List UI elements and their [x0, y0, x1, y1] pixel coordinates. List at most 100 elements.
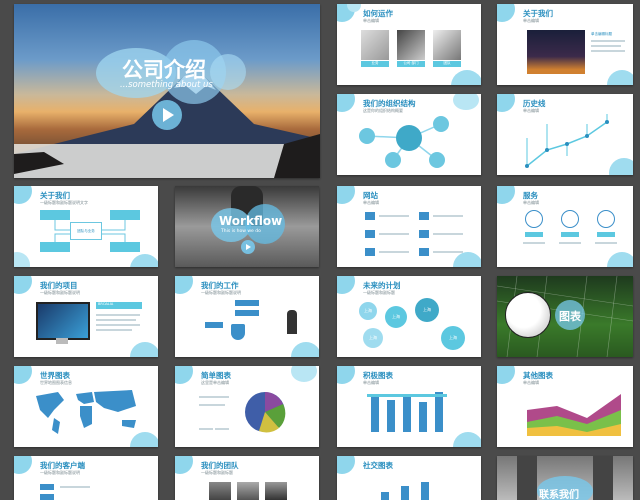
text-line: [591, 40, 625, 42]
mail-icon: [365, 212, 375, 220]
text-line: [591, 45, 621, 47]
person-photo: [287, 310, 297, 334]
slide-website[interactable]: 网站 单击编辑: [337, 186, 481, 267]
avatar: [265, 482, 287, 500]
text-line: [96, 319, 136, 321]
text-line: [433, 233, 463, 235]
slide-org-structure[interactable]: 我们的组织结构 这是你的组织结构概要: [337, 94, 481, 175]
slide-our-team[interactable]: 我们的团队 一级标题和副标题: [175, 456, 319, 500]
slide-cover[interactable]: 公司介绍 ...something about us: [14, 4, 320, 178]
music-icon: [365, 248, 375, 256]
text-line: [433, 251, 463, 253]
monitor-image: [36, 302, 90, 340]
slide-subtitle: 单击编辑: [363, 380, 379, 385]
label-box: 业务: [361, 61, 389, 67]
bar: [435, 392, 443, 432]
text-line: [60, 486, 90, 488]
slide-about-us-2[interactable]: 关于我们 一级标题和副标题说明文字 团队与业务: [14, 186, 158, 267]
slide-our-work[interactable]: 我们的工作 一级标题和副标题说明: [175, 276, 319, 357]
deco-bubble: [453, 252, 481, 267]
slide-simple-chart[interactable]: 简单图表 这里是单击编辑: [175, 366, 319, 447]
slide-services[interactable]: 服务 单击编辑: [497, 186, 633, 267]
deco-bubble: [347, 4, 361, 12]
text-line: [433, 215, 463, 217]
slide-our-projects[interactable]: 我们的项目 一级标题和副标题说明 BROALIA: [14, 276, 158, 357]
photo: [433, 30, 461, 60]
slide-how-it-works[interactable]: 如何运作 单击编辑 业务 公司·部门 团队: [337, 4, 481, 85]
area-chart: [527, 394, 621, 436]
video-icon: [419, 248, 429, 256]
tree-photo: [517, 456, 537, 500]
label-box: [525, 232, 543, 237]
deco-bubble: [130, 342, 158, 357]
world-map: [36, 390, 136, 434]
text-line: [96, 329, 132, 331]
image-icon: [365, 230, 375, 238]
slide-charts-cover[interactable]: 图表: [497, 276, 633, 357]
slide-subtitle: 单击编辑: [523, 18, 539, 23]
text-line: [379, 251, 409, 253]
shield-icon: [231, 324, 245, 340]
play-button[interactable]: [152, 100, 182, 130]
slide-subtitle: 一级标题和副标题说明: [201, 290, 241, 295]
slide-subtitle: 单击编辑: [363, 200, 379, 205]
slide-about-us[interactable]: 关于我们 单击编辑 单击编辑标题: [497, 4, 633, 85]
slide-world-chart[interactable]: 世界图表 世界地图图表信息: [14, 366, 158, 447]
charts-title: 图表: [559, 310, 581, 323]
soccer-ball-icon: [505, 292, 551, 338]
plan-bubble: 上海: [385, 306, 407, 328]
slide-social-chart[interactable]: 社交图表: [337, 456, 481, 500]
plan-bubble: 上海: [441, 326, 465, 350]
slide-workflow[interactable]: Workflow This is how we do: [175, 186, 319, 267]
slide-contact-us[interactable]: 联系我们: [497, 456, 633, 500]
project-tag: BROALIA: [96, 302, 142, 309]
monitor-stand: [56, 338, 68, 344]
text-line: [595, 242, 617, 244]
slide-subtitle: 单击编辑: [523, 200, 539, 205]
deco-bubble: [14, 456, 32, 474]
org-chart: [359, 116, 449, 168]
play-icon: [246, 243, 251, 250]
deco-bubble: [497, 4, 515, 22]
contact-title: 联系我们: [539, 490, 579, 500]
tree-photo: [593, 456, 613, 500]
slide-active-chart[interactable]: 积极图表 单击编辑: [337, 366, 481, 447]
text-line: [96, 314, 140, 316]
slide-other-chart[interactable]: 其他图表 单击编辑: [497, 366, 633, 447]
text-line: [591, 50, 625, 52]
text-line: [199, 428, 213, 430]
photo: [397, 30, 425, 60]
text-line: [199, 404, 225, 406]
plan-bubble: 上海: [359, 302, 377, 320]
client-logo: [40, 484, 54, 490]
text-line: [199, 396, 229, 398]
play-button[interactable]: [241, 240, 255, 254]
slide-subtitle: 一级标题和副标题: [201, 470, 233, 475]
plan-bubble: 上海: [415, 298, 439, 322]
globe-icon: [597, 210, 615, 228]
bar: [419, 402, 427, 432]
label-box: [235, 300, 259, 306]
city-photo: [527, 30, 585, 74]
avatar: [209, 482, 231, 500]
slide-subtitle: 一级标题和副标题说明: [40, 290, 80, 295]
text-line: [215, 428, 229, 430]
slide-timeline[interactable]: 历史线 单击编辑: [497, 94, 633, 175]
slide-our-clients[interactable]: 我们的客户端 一级标题和副标题说明: [14, 456, 158, 500]
cover-bubble: [210, 54, 246, 90]
label-box: [597, 232, 615, 237]
photo: [361, 30, 389, 60]
pie-chart: [245, 392, 286, 433]
deco-bubble: [337, 186, 355, 204]
client-logo: [40, 494, 54, 500]
label-box: [561, 232, 579, 237]
text-line: [96, 324, 140, 326]
bar: [387, 400, 395, 432]
slide-future-plans[interactable]: 未来的计划 一级标题和副标题 上海 上海 上海 上海 上海: [337, 276, 481, 357]
slide-subtitle: 单击编辑: [363, 18, 379, 23]
deco-bubble: [291, 342, 319, 357]
text-line: [379, 233, 409, 235]
bar: [403, 394, 411, 432]
slide-subtitle: 一级标题和副标题: [363, 290, 395, 295]
workflow-title: Workflow: [219, 214, 283, 228]
